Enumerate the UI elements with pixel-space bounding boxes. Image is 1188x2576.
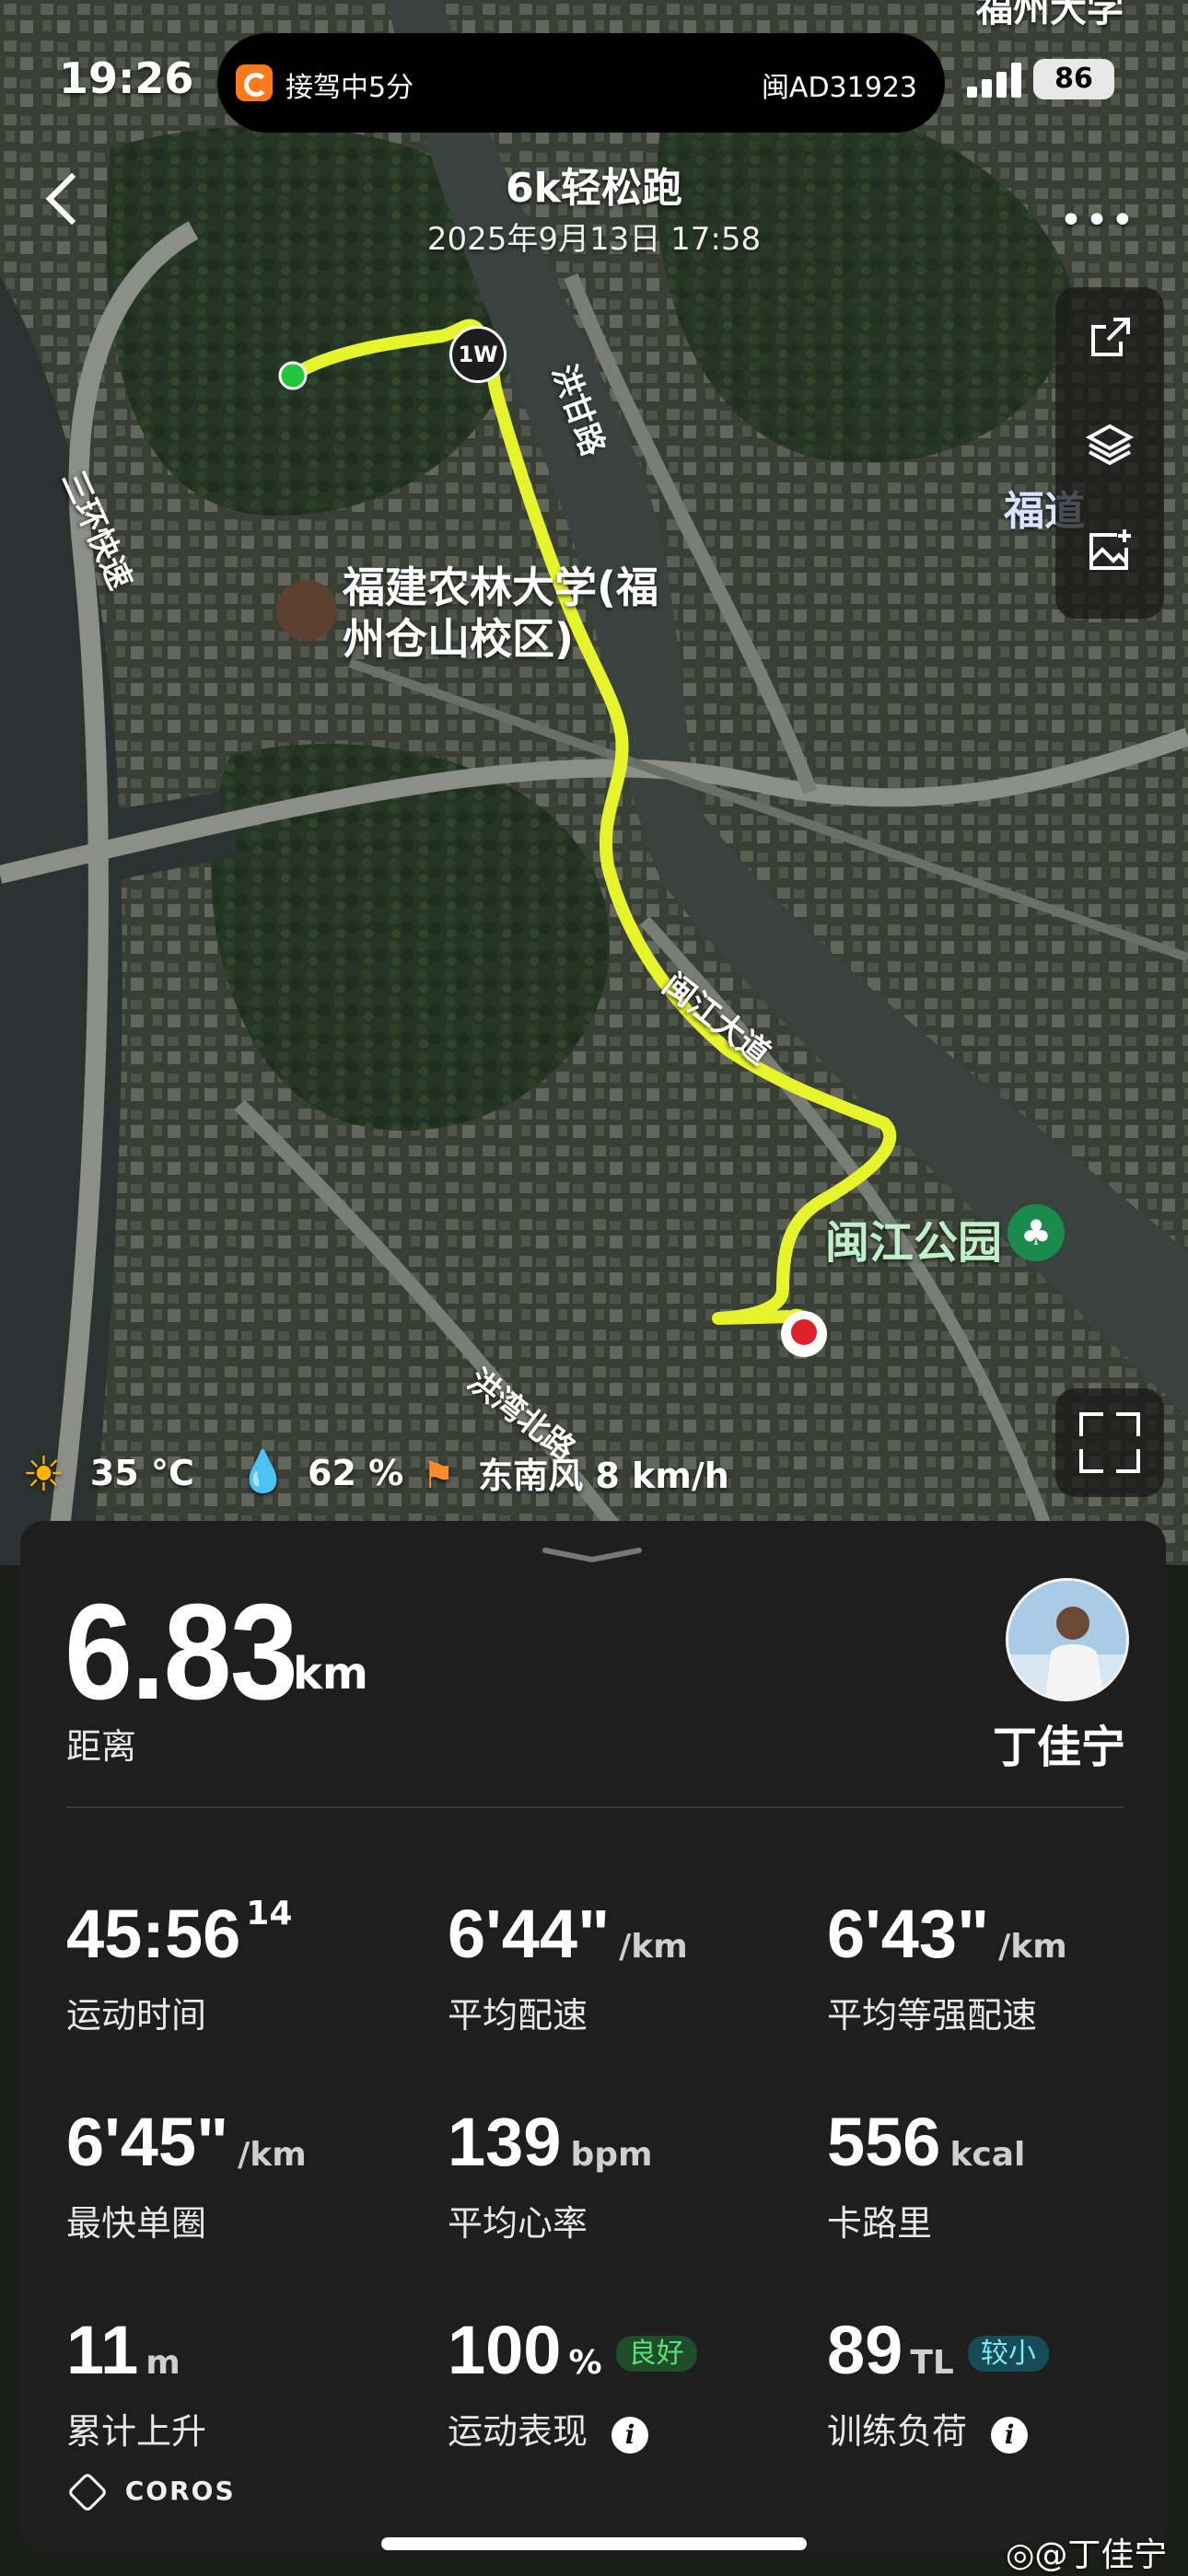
status-badge: 良好 (615, 2336, 697, 2372)
fullscreen-icon[interactable] (1055, 1388, 1164, 1497)
page-title: 6k轻松跑 (506, 165, 682, 212)
university-label: 福建农林大学(福 州仓山校区) (343, 563, 659, 664)
status-time: 19:26 (59, 53, 194, 103)
coros-logo-icon (66, 2471, 109, 2513)
info-icon[interactable]: i (611, 2417, 649, 2454)
water-drop-icon: 💧 (238, 1448, 288, 1495)
weather-temp: ☀ 35 °C (22, 1447, 194, 1503)
status-badge: 较小 (967, 2336, 1049, 2372)
weather-humidity: 💧 62 % (238, 1448, 404, 1495)
stat-moving-time: 45:56 14 (66, 1895, 293, 1972)
distance-unit: km (293, 1648, 368, 1700)
stat-fastest-lap-label: 最快单圈 (66, 2203, 207, 2244)
home-indicator[interactable] (381, 2537, 807, 2550)
divider (66, 1806, 1124, 1808)
share-icon[interactable] (1055, 296, 1164, 398)
distance-label: 距离 (66, 1726, 137, 1767)
add-photo-icon[interactable] (1055, 512, 1164, 613)
lap-marker: 1W (449, 326, 507, 383)
user-name: 丁佳宁 (992, 1722, 1125, 1773)
coros-logo: COROS (66, 2471, 236, 2513)
stat-performance-label: 运动表现 i (448, 2403, 649, 2454)
ride-status: 接驾中5分 (285, 72, 414, 104)
stat-calories: 556 kcal (827, 2104, 1026, 2180)
stat-heart-rate: 139 bpm (448, 2104, 653, 2180)
weather-wind: ⚑ 东南风 8 km/h (422, 1455, 729, 1497)
stat-avg-pace: 6'44"/km (448, 1896, 688, 1972)
stat-grade-pace-label: 平均等强配速 (827, 1995, 1038, 2036)
park-label: 闽江公园 (825, 1217, 1003, 1269)
start-marker (278, 361, 308, 390)
battery-indicator: 86 (1033, 59, 1114, 99)
stat-avg-pace-label: 平均配速 (448, 1995, 588, 2036)
university-icon (276, 580, 337, 641)
layers-icon[interactable] (1055, 405, 1164, 506)
stat-heart-rate-label: 平均心率 (448, 2203, 588, 2244)
stat-elevation-gain: 11 m (66, 2312, 181, 2388)
activity-datetime: 2025年9月13日 17:58 (426, 221, 762, 258)
dynamic-island[interactable]: 接驾中5分 闽AD31923 (217, 33, 945, 133)
stat-moving-time-label: 运动时间 (66, 1995, 207, 2036)
map-tools-panel (1055, 287, 1164, 619)
watermark: ◎@丁佳宁 (1006, 2536, 1168, 2574)
distance-value: 6.83 (64, 1576, 298, 1728)
stat-training-load-label: 训练负荷 i (827, 2403, 1029, 2454)
end-marker (781, 1311, 827, 1357)
stat-training-load: 89 TL 较小 (827, 2311, 1049, 2389)
avatar[interactable] (1006, 1578, 1129, 1701)
signal-icon (967, 61, 1024, 98)
plate-number: 闽AD31923 (761, 72, 917, 104)
wind-flag-icon: ⚑ (422, 1455, 455, 1497)
top-right-label: 福州大学 (976, 0, 1124, 30)
drag-handle[interactable] (542, 1547, 643, 1563)
stat-fastest-lap: 6'45"/km (66, 2104, 307, 2180)
stat-elevation-gain-label: 累计上升 (66, 2411, 207, 2452)
more-icon[interactable]: ••• (1059, 197, 1136, 244)
info-icon[interactable]: i (991, 2417, 1029, 2454)
stat-grade-pace: 6'43"/km (827, 1896, 1067, 1972)
park-icon: ♣ (1007, 1204, 1065, 1261)
didi-app-icon (236, 64, 273, 101)
stat-performance: 100% 良好 (448, 2311, 697, 2389)
weibo-icon: ◎ (1006, 2536, 1035, 2574)
sun-icon: ☀ (22, 1447, 65, 1503)
stat-calories-label: 卡路里 (827, 2203, 933, 2244)
